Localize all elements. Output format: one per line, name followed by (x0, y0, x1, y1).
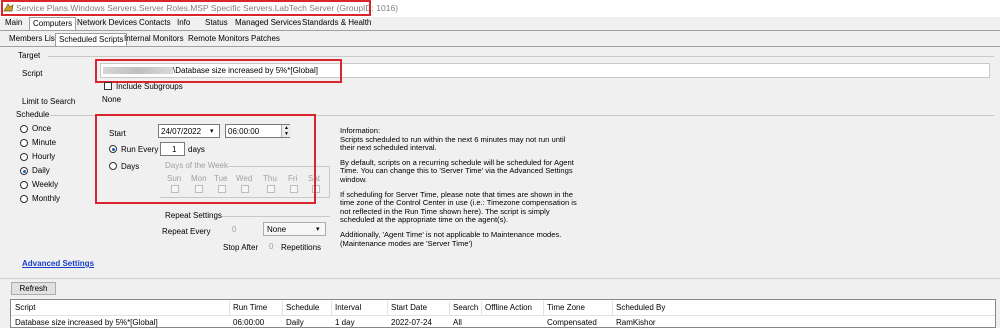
col-separator (543, 301, 544, 315)
radio-weekly-label: Weekly (32, 180, 59, 189)
cell-time-zone: Compensated (547, 318, 597, 327)
col-separator (449, 301, 450, 315)
sub-tab-bar: Members List Scheduled Scripts Internal … (0, 33, 1000, 47)
repeat-settings-line (222, 216, 330, 217)
include-subgroups-label: Include Subgroups (116, 82, 183, 91)
repetitions-label: Repetitions (281, 243, 322, 252)
schedule-highlight-box (95, 114, 316, 204)
days-of-week-right-line (329, 166, 330, 197)
cell-search: All (453, 318, 462, 327)
limit-to-search-label: Limit to Search (22, 97, 76, 106)
tab-main[interactable]: Main (2, 17, 25, 30)
radio-hourly-label: Hourly (32, 152, 56, 161)
radio-monthly[interactable] (20, 195, 28, 203)
limit-to-search-value[interactable]: None (102, 95, 121, 104)
stop-after-label: Stop After (223, 243, 259, 252)
cell-start-date: 2022-07-24 (391, 318, 432, 327)
info-paragraph-4: Additionally, 'Agent Time' is not applic… (340, 229, 562, 248)
information-panel: Information: Scripts scheduled to run wi… (340, 126, 580, 254)
tab-computers[interactable]: Computers (29, 17, 77, 31)
script-highlight-box (95, 59, 342, 83)
menu-divider (0, 30, 1000, 31)
col-offline-action[interactable]: Offline Action (485, 303, 532, 312)
tab-status[interactable]: Status (202, 17, 231, 30)
tab-managed-services[interactable]: Managed Services (232, 17, 304, 30)
tab-network-devices[interactable]: Network Devices (74, 17, 140, 30)
radio-once-label: Once (32, 124, 52, 133)
target-group-line (48, 56, 994, 57)
col-scheduled-by[interactable]: Scheduled By (616, 303, 665, 312)
radio-once[interactable] (20, 125, 28, 133)
radio-monthly-label: Monthly (32, 194, 61, 203)
sub-tab-divider (0, 46, 1000, 47)
col-schedule[interactable]: Schedule (286, 303, 319, 312)
col-search[interactable]: Search (453, 303, 478, 312)
info-paragraph-1: Information: Scripts scheduled to run wi… (340, 126, 566, 153)
repeat-unit-select[interactable]: None ▾ (263, 222, 326, 236)
col-separator (282, 301, 283, 315)
tab-scheduled-scripts[interactable]: Scheduled Scripts (55, 33, 128, 47)
refresh-button[interactable]: Refresh (11, 282, 56, 295)
radio-daily-label: Daily (32, 166, 50, 175)
cell-interval: 1 day (335, 318, 355, 327)
col-separator (229, 301, 230, 315)
radio-weekly[interactable] (20, 181, 28, 189)
cell-schedule: Daily (286, 318, 304, 327)
col-separator (481, 301, 482, 315)
radio-minute-label: Minute (32, 138, 57, 147)
col-separator (612, 301, 613, 315)
tab-contacts[interactable]: Contacts (136, 17, 174, 30)
radio-hourly[interactable] (20, 153, 28, 161)
col-start-date[interactable]: Start Date (391, 303, 427, 312)
cell-scheduled-by: RamKishor (616, 318, 656, 327)
stop-after-value[interactable]: 0 (269, 242, 273, 251)
schedule-group-header: Schedule (16, 110, 50, 119)
tab-remote-monitors[interactable]: Remote Monitors (185, 33, 252, 46)
section-divider (0, 278, 1000, 279)
table-row[interactable] (11, 316, 995, 327)
tab-patches[interactable]: Patches (248, 33, 283, 46)
col-script[interactable]: Script (15, 303, 35, 312)
tab-internal-monitors[interactable]: Internal Monitors (121, 33, 187, 46)
radio-daily[interactable] (20, 167, 28, 175)
menu-tab-bar: Main Computers Network Devices Contacts … (0, 17, 1000, 31)
col-separator (331, 301, 332, 315)
repeat-every-label: Repeat Every (162, 227, 211, 236)
col-run-time[interactable]: Run Time (233, 303, 267, 312)
repeat-settings-header: Repeat Settings (165, 211, 222, 220)
radio-minute[interactable] (20, 139, 28, 147)
cell-script: Database size increased by 5%*[Global] (15, 318, 158, 327)
script-label: Script (22, 69, 43, 78)
col-interval[interactable]: Interval (335, 303, 361, 312)
tab-info[interactable]: Info (174, 17, 193, 30)
repeat-unit-value: None (267, 225, 287, 234)
tab-members-list[interactable]: Members List (6, 33, 60, 46)
title-highlight-box (1, 0, 371, 16)
cell-run-time: 06:00:00 (233, 318, 265, 327)
col-separator (387, 301, 388, 315)
tab-standards-health[interactable]: Standards & Health (299, 17, 374, 30)
advanced-settings-link[interactable]: Advanced Settings (22, 259, 94, 268)
include-subgroups-checkbox[interactable] (104, 82, 112, 90)
repeat-every-value[interactable]: 0 (232, 225, 236, 234)
col-time-zone[interactable]: Time Zone (547, 303, 585, 312)
info-paragraph-2: By default, scripts on a recurring sched… (340, 157, 574, 184)
info-paragraph-3: If scheduling for Server Time, please no… (340, 189, 577, 225)
target-group-header: Target (18, 51, 41, 60)
chevron-down-icon: ▾ (316, 226, 320, 233)
